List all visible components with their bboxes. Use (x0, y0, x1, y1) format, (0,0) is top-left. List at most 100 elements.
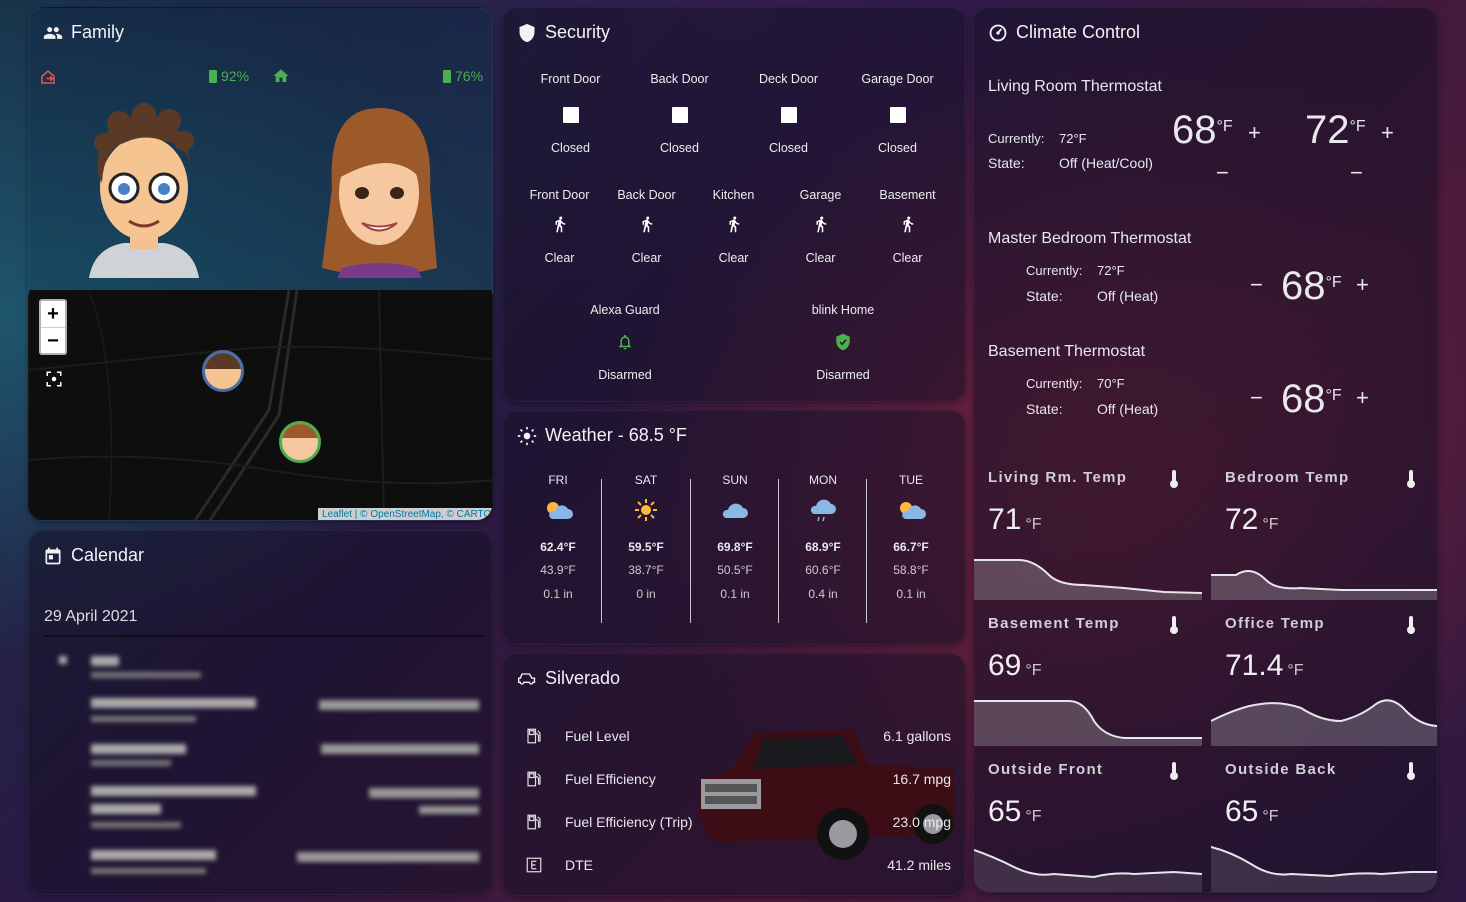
thermometer-icon (1407, 470, 1415, 488)
walk-icon (642, 216, 652, 233)
battery-1: 92% (209, 68, 249, 84)
forecast-tue: TUE 66.7°F 58.8°F 0.1 in (893, 473, 929, 601)
temp-sparkline (1211, 699, 1437, 746)
gas-station-icon (527, 728, 541, 744)
master-minus-button[interactable]: − (1250, 272, 1263, 298)
shield-check-icon (836, 333, 850, 351)
battery-2: 76% (443, 68, 483, 84)
master-thermostat-name: Master Bedroom Thermostat (988, 230, 1192, 247)
living-low-minus-button[interactable]: − (1216, 160, 1229, 186)
weather-title: Weather - 68.5 °F (545, 425, 687, 445)
fuel-level-value: 6.1 gallons (883, 728, 951, 744)
fuel-efficiency-trip-row[interactable]: Fuel Efficiency (Trip) (525, 813, 693, 831)
calendar-header: Calendar (43, 545, 144, 566)
door-back[interactable]: Back Door Closed (625, 72, 734, 155)
map[interactable] (29, 290, 493, 521)
temp-sparkline (974, 559, 1202, 600)
basement-state-label: State: (1026, 401, 1063, 417)
living-state-value: Off (Heat/Cool) (1059, 155, 1153, 171)
temp-card-office[interactable]: Office Temp 71.4 °F (1211, 601, 1437, 746)
map-marker-man[interactable] (202, 350, 244, 392)
basement-target: 68°F (1281, 377, 1342, 421)
forecast-sat: SAT 59.5°F 38.7°F 0 in (628, 473, 664, 601)
forecast-mon: MON 68.9°F 60.6°F 0.4 in (805, 473, 841, 601)
away-icon (41, 70, 55, 84)
people-icon (43, 26, 63, 39)
door-closed-icon (889, 107, 906, 123)
temp-card-outside-back[interactable]: Outside Back 65 °F (1211, 747, 1437, 892)
silverado-title: Silverado (545, 668, 621, 688)
temp-card-living[interactable]: Living Rm. Temp 71 °F (974, 455, 1202, 600)
family-title: Family (71, 22, 124, 42)
blink-home[interactable]: blink Home Disarmed (783, 303, 903, 382)
calendar-events-blurred (59, 656, 479, 886)
temp-card-bedroom[interactable]: Bedroom Temp 72 °F (1211, 455, 1437, 600)
living-currently-label: Currently: (988, 131, 1045, 146)
dte-row[interactable]: DTE (525, 856, 593, 874)
partly-cloudy-icon (547, 502, 573, 519)
basement-minus-button[interactable]: − (1250, 385, 1263, 411)
living-high-plus-button[interactable]: + (1381, 120, 1394, 146)
motion-garage[interactable]: Garage Clear (777, 188, 864, 265)
truck-image (698, 729, 955, 860)
master-plus-button[interactable]: + (1356, 272, 1369, 298)
calendar-date: 29 April 2021 (44, 608, 138, 625)
fuel-level-row[interactable]: Fuel Level (525, 727, 630, 745)
living-low-target: 68°F (1172, 108, 1233, 152)
fuel-efficiency-trip-value: 23.0 mpg (892, 814, 951, 830)
family-header: Family (43, 22, 124, 43)
battery-icon (443, 69, 451, 83)
walk-icon (555, 216, 565, 233)
thermostat-icon (989, 24, 1007, 41)
zoom-in-button[interactable]: + (41, 301, 65, 328)
fuel-efficiency-row[interactable]: Fuel Efficiency (525, 770, 656, 788)
door-garage[interactable]: Garage Door Closed (843, 72, 952, 155)
calendar-title: Calendar (71, 545, 145, 565)
temp-sparkline (974, 700, 1202, 746)
motion-front-door[interactable]: Front Door Clear (516, 188, 603, 265)
family-card: Family 92% 76% + − Leaflet | © OpenStree… (28, 7, 493, 521)
empty-gauge-icon (526, 857, 542, 873)
motion-kitchen[interactable]: Kitchen Clear (690, 188, 777, 265)
sunny-icon (635, 499, 657, 521)
map-zoom: + − (39, 299, 67, 355)
avatar-man[interactable] (84, 103, 204, 278)
silverado-header: Silverado (517, 668, 620, 689)
door-deck[interactable]: Deck Door Closed (734, 72, 843, 155)
thermometer-icon (1407, 616, 1415, 634)
thermometer-icon (1407, 762, 1415, 780)
basement-state-value: Off (Heat) (1097, 401, 1159, 417)
thermometer-icon (1170, 616, 1178, 634)
master-state-value: Off (Heat) (1097, 288, 1159, 304)
battery-icon (209, 69, 217, 83)
master-state-label: State: (1026, 288, 1063, 304)
living-currently-value: 72°F (1059, 131, 1087, 146)
basement-thermostat-name: Basement Thermostat (988, 343, 1146, 360)
cloudy-icon (722, 503, 748, 518)
rain-icon (810, 499, 836, 522)
home-icon (273, 69, 289, 82)
temp-card-outside-front[interactable]: Outside Front 65 °F (974, 747, 1202, 892)
bell-icon (619, 334, 631, 350)
living-high-target: 72°F (1305, 108, 1366, 152)
motion-basement[interactable]: Basement Clear (864, 188, 951, 265)
thermometer-icon (1170, 762, 1178, 780)
door-closed-icon (671, 107, 688, 123)
shield-icon (519, 23, 535, 42)
door-front[interactable]: Front Door Closed (516, 72, 625, 155)
map-attribution[interactable]: Leaflet | © OpenStreetMap, © CARTO (318, 508, 492, 520)
living-thermostat-name: Living Room Thermostat (988, 78, 1162, 95)
map-marker-woman[interactable] (279, 421, 321, 463)
motion-back-door[interactable]: Back Door Clear (603, 188, 690, 265)
living-low-plus-button[interactable]: + (1248, 120, 1261, 146)
basement-plus-button[interactable]: + (1356, 385, 1369, 411)
zoom-out-button[interactable]: − (41, 328, 65, 355)
temp-card-basement[interactable]: Basement Temp 69 °F (974, 601, 1202, 746)
fuel-efficiency-value: 16.7 mpg (892, 771, 951, 787)
gas-station-icon (527, 771, 541, 787)
living-high-minus-button[interactable]: − (1350, 160, 1363, 186)
avatar-woman[interactable] (312, 108, 447, 278)
walk-icon (729, 216, 739, 233)
focus-icon[interactable] (45, 370, 63, 388)
alexa-guard[interactable]: Alexa Guard Disarmed (565, 303, 685, 382)
